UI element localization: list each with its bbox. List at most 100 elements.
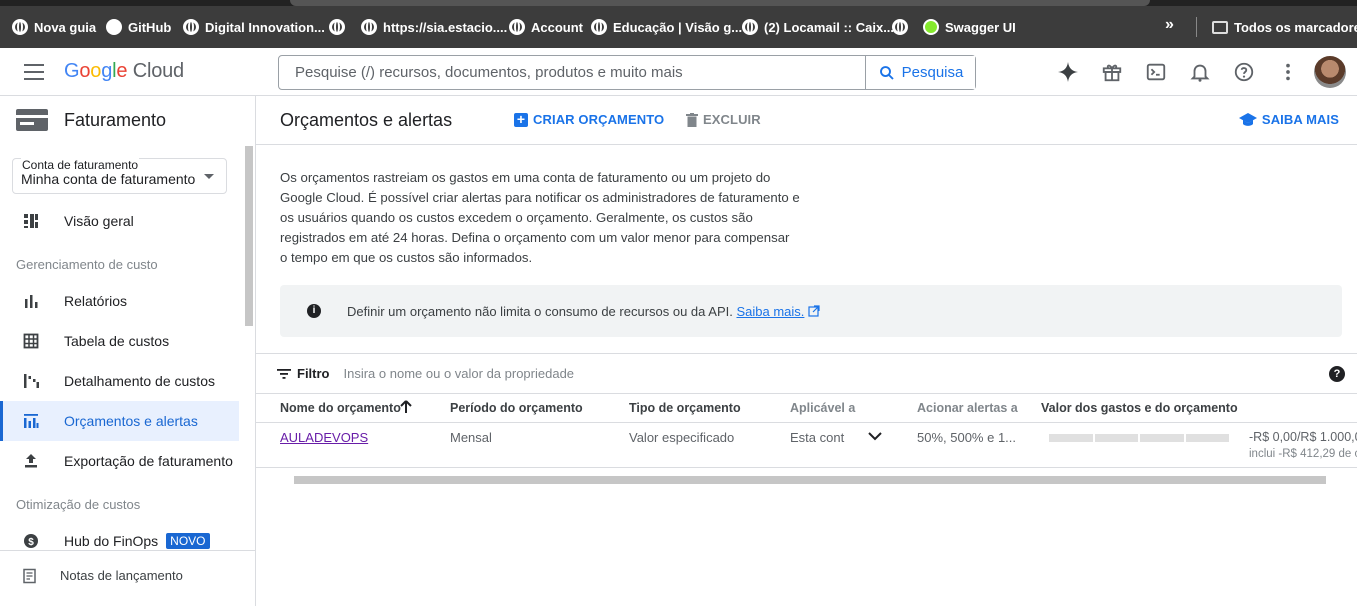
sidebar-item-release-notes[interactable]: Notas de lançamento	[0, 550, 255, 600]
budget-alerts: 50%, 500% e 1...	[917, 430, 1017, 445]
budget-name-link[interactable]: AULADEVOPS	[280, 430, 368, 445]
bookmark-globe[interactable]	[329, 17, 351, 37]
school-icon	[1238, 112, 1257, 126]
bookmark-account[interactable]: Account	[509, 17, 583, 37]
sidebar-item-cost-breakdown[interactable]: Detalhamento de custos	[0, 361, 239, 401]
globe-icon	[742, 19, 758, 35]
bookmark-sia-estacio[interactable]: https://sia.estacio....	[361, 17, 507, 37]
help-icon[interactable]: ?	[1329, 366, 1345, 382]
table-icon	[0, 333, 64, 349]
col-header-type[interactable]: Tipo de orçamento	[629, 401, 741, 415]
sidebar-header: Faturamento	[16, 108, 166, 132]
delete-button[interactable]: EXCLUIR	[686, 112, 761, 127]
search-icon	[879, 65, 894, 80]
billing-account-value: Minha conta de faturamento	[21, 171, 196, 187]
col-header-period[interactable]: Período do orçamento	[450, 401, 583, 415]
col-header-name[interactable]: Nome do orçamento	[280, 401, 401, 415]
table-header: Nome do orçamento Período do orçamento T…	[256, 394, 1357, 423]
github-icon	[106, 19, 122, 35]
sidebar-title: Faturamento	[64, 109, 167, 130]
bookmark-educacao[interactable]: Educação | Visão g...	[591, 17, 742, 37]
avatar[interactable]	[1314, 56, 1346, 88]
help-icon[interactable]	[1232, 60, 1256, 84]
more-vert-icon[interactable]	[1276, 60, 1300, 84]
swagger-icon	[923, 19, 939, 35]
billing-account-select[interactable]: Conta de faturamento Minha conta de fatu…	[12, 158, 227, 194]
info-banner: i Definir um orçamento não limita o cons…	[280, 285, 1342, 337]
google-cloud-logo[interactable]: Google Cloud	[64, 60, 184, 83]
budget-period: Mensal	[450, 430, 492, 445]
sidebar-item-reports[interactable]: Relatórios	[0, 281, 239, 321]
notifications-icon[interactable]	[1188, 60, 1212, 84]
section-cost-optimization: Otimização de custos	[16, 497, 141, 512]
external-link-icon[interactable]	[808, 305, 821, 317]
search-button[interactable]: Pesquisa	[865, 56, 975, 89]
billing-account-label: Conta de faturamento	[21, 158, 140, 172]
cloud-shell-icon[interactable]	[1144, 60, 1168, 84]
bookmark-locamail[interactable]: (2) Locamail :: Caix...	[742, 17, 894, 37]
bar-chart-icon	[0, 293, 64, 309]
globe-icon	[509, 19, 525, 35]
bookmark-globe-2[interactable]	[892, 17, 914, 37]
trash-icon	[686, 112, 698, 127]
browser-tab-strip	[0, 0, 1357, 6]
section-cost-management: Gerenciamento de custo	[16, 257, 158, 272]
bookmark-nova-guia[interactable]: Nova guia	[12, 17, 96, 37]
sidebar-item-cost-table[interactable]: Tabela de custos	[0, 321, 239, 361]
search-input[interactable]	[279, 56, 865, 89]
bookmark-github[interactable]: GitHub	[106, 17, 171, 37]
new-badge: NOVO	[166, 533, 210, 549]
menu-icon[interactable]	[24, 64, 44, 80]
bookmarks-bar: Nova guia GitHub Digital Innovation... h…	[0, 0, 1357, 48]
bookmark-swagger[interactable]: Swagger UI	[923, 17, 1016, 37]
all-bookmarks-folder[interactable]: Todos os marcadores	[1212, 17, 1357, 37]
sidebar-item-billing-export[interactable]: Exportação de faturamento	[0, 441, 239, 481]
upload-icon	[0, 453, 64, 469]
filter-icon	[277, 368, 291, 379]
col-header-alerts[interactable]: Acionar alertas a	[917, 401, 1018, 415]
bookmarks-divider	[1196, 17, 1197, 37]
page-toolbar: Orçamentos e alertas + CRIAR ORÇAMENTO E…	[256, 96, 1357, 145]
globe-icon	[892, 19, 908, 35]
billing-card-icon	[16, 109, 48, 131]
svg-text:$: $	[28, 537, 34, 548]
budget-chart-icon	[0, 413, 64, 429]
dollar-circle-icon: $	[0, 533, 64, 549]
sidebar-item-budgets[interactable]: Orçamentos e alertas	[0, 401, 239, 441]
bookmark-digital-innovation[interactable]: Digital Innovation...	[183, 17, 325, 37]
col-header-spend[interactable]: Valor dos gastos e do orçamento	[1041, 401, 1238, 415]
globe-icon	[361, 19, 377, 35]
learn-more-link[interactable]: Saiba mais.	[736, 304, 804, 319]
chevron-down-icon	[204, 174, 214, 179]
table-horizontal-scrollbar[interactable]	[294, 476, 1326, 484]
learn-more-button[interactable]: SAIBA MAIS	[1238, 112, 1339, 127]
add-box-icon: +	[514, 112, 528, 127]
col-header-applies-to[interactable]: Aplicável a	[790, 401, 855, 415]
globe-icon	[12, 19, 28, 35]
filter-input[interactable]	[343, 366, 944, 381]
chevron-down-icon[interactable]	[868, 431, 882, 441]
bookmarks-overflow-button[interactable]: »	[1165, 16, 1174, 34]
table-row[interactable]: AULADEVOPS Mensal Valor especificado Est…	[256, 423, 1357, 468]
dashboard-icon	[0, 213, 64, 229]
globe-icon	[591, 19, 607, 35]
release-notes-icon	[0, 568, 60, 584]
globe-icon	[329, 19, 345, 35]
globe-icon	[183, 19, 199, 35]
budget-type: Valor especificado	[629, 430, 735, 445]
arrow-up-icon[interactable]	[399, 400, 413, 414]
filter-label: Filtro	[297, 366, 330, 381]
gift-icon[interactable]	[1100, 60, 1124, 84]
main-content: Orçamentos e alertas + CRIAR ORÇAMENTO E…	[256, 96, 1357, 606]
waterfall-chart-icon	[0, 373, 64, 389]
gemini-sparkle-icon[interactable]	[1056, 60, 1080, 84]
folder-icon	[1212, 20, 1228, 34]
budget-applies-to: Esta cont	[790, 430, 845, 445]
filter-bar: Filtro ?	[256, 353, 1357, 394]
sidebar-item-overview[interactable]: Visão geral	[0, 201, 239, 241]
app-header: Google Cloud Pesquisa	[0, 48, 1357, 96]
sidebar-scrollbar[interactable]	[245, 146, 253, 326]
info-text: Definir um orçamento não limita o consum…	[347, 303, 733, 319]
create-budget-button[interactable]: + CRIAR ORÇAMENTO	[514, 112, 664, 127]
budget-amount-note: inclui -R$ 412,29 de c	[1249, 448, 1357, 460]
